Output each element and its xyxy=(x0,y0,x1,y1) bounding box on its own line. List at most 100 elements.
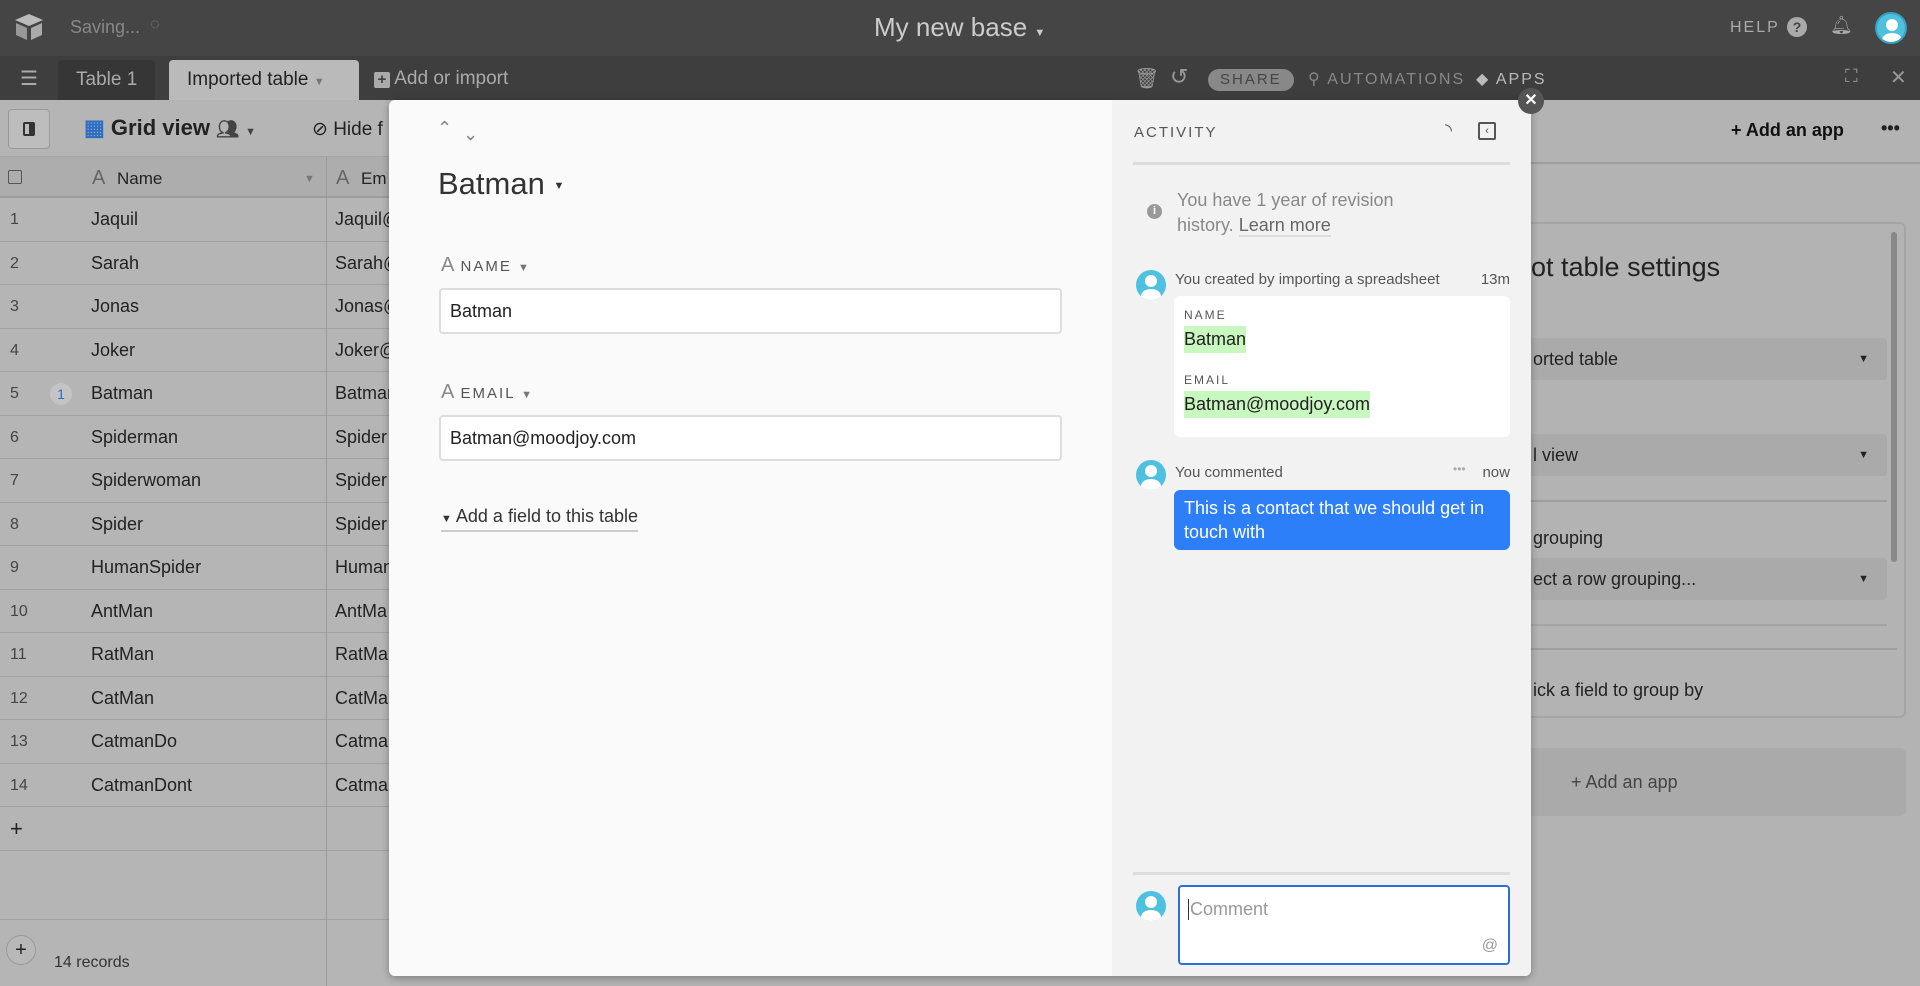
cell-email[interactable]: Batman xyxy=(335,372,397,415)
collapse-panel-icon[interactable]: ‹ xyxy=(1478,122,1496,140)
close-apps-icon[interactable]: ✕ xyxy=(1890,65,1907,90)
table-row[interactable]: 5 1 Batman Batman xyxy=(0,372,400,416)
add-app-button[interactable]: + Add an app xyxy=(1731,120,1844,141)
scrollbar[interactable] xyxy=(1891,232,1897,562)
cell-name[interactable]: Joker xyxy=(91,329,135,372)
cell-email[interactable]: CatMa xyxy=(335,677,388,720)
fullscreen-icon[interactable]: ⛶ xyxy=(1845,66,1858,87)
help-link[interactable]: HELP xyxy=(1730,19,1780,37)
close-modal-button[interactable]: ✕ xyxy=(1518,88,1544,114)
menu-icon[interactable]: ☰ xyxy=(20,66,38,91)
cell-name[interactable]: RatMan xyxy=(91,633,154,676)
sidebar-icon xyxy=(23,122,35,136)
tab-label: Imported table xyxy=(187,69,309,90)
automations-button[interactable]: ⚲ AUTOMATIONS xyxy=(1308,69,1465,89)
comment-count-badge[interactable]: 1 xyxy=(50,383,72,405)
cell-email[interactable]: Catma xyxy=(335,720,388,763)
table-tabs: ☰ Table 1 Imported table ▼ + Add or impo… xyxy=(0,56,1920,100)
history-icon[interactable]: ↺ xyxy=(1170,64,1188,90)
cell-name[interactable]: AntMan xyxy=(91,590,153,633)
eye-slash-icon: ⊘ xyxy=(312,119,328,140)
cell-name[interactable]: CatmanDont xyxy=(91,764,192,807)
add-field-button[interactable]: ▼ Add a field to this table xyxy=(441,506,639,532)
user-avatar[interactable] xyxy=(1875,12,1907,44)
learn-more-link[interactable]: Learn more xyxy=(1238,215,1331,237)
cell-email[interactable]: Spider xyxy=(335,503,387,546)
cell-name[interactable]: CatmanDo xyxy=(91,720,177,763)
cell-name[interactable]: Sarah xyxy=(91,242,139,285)
add-record-button[interactable]: + xyxy=(6,935,36,965)
view-switcher[interactable]: ▦ Grid view 👥︎ ▼ xyxy=(84,115,256,141)
column-header-email[interactable]: Em xyxy=(361,169,387,189)
created-record-card: NAME Batman EMAIL Batman@moodjoy.com xyxy=(1174,296,1510,437)
field-label-email[interactable]: A EMAIL ▼ xyxy=(441,381,534,404)
table-row[interactable]: 13 CatmanDo Catma xyxy=(0,720,400,764)
help-icon[interactable]: ? xyxy=(1787,17,1807,37)
cell-name[interactable]: CatMan xyxy=(91,677,154,720)
base-title[interactable]: My new base ▼ xyxy=(874,12,1045,43)
cell-name[interactable]: Batman xyxy=(91,372,153,415)
comment-bubble[interactable]: This is a contact that we should get in … xyxy=(1174,490,1510,550)
table-row[interactable]: 7 Spiderwoman Spider xyxy=(0,459,400,503)
more-icon[interactable]: ••• xyxy=(1881,118,1900,139)
view-select[interactable]: l view ▼ xyxy=(1503,434,1887,476)
hide-fields-button[interactable]: ⊘ Hide f xyxy=(312,118,383,141)
user-avatar xyxy=(1136,891,1166,921)
divider xyxy=(1531,162,1920,164)
rss-icon[interactable]: ◝ xyxy=(1445,120,1452,141)
cell-email[interactable]: Spider xyxy=(335,459,387,502)
cell-email[interactable]: Spider xyxy=(335,416,387,459)
cell-email[interactable]: AntMa xyxy=(335,590,387,633)
cell-name[interactable]: Spiderwoman xyxy=(91,459,201,502)
sidebar-toggle-button[interactable] xyxy=(8,109,50,149)
field-label: EMAIL xyxy=(1184,373,1231,387)
trash-icon[interactable]: 🗑︎ xyxy=(1134,66,1159,91)
add-row-button[interactable]: + xyxy=(0,807,400,851)
chevron-down-icon[interactable]: ▼ xyxy=(304,173,315,185)
add-app-card-button[interactable]: + Add an app xyxy=(1511,748,1906,816)
table-row[interactable]: 3 Jonas Jonas@ xyxy=(0,285,401,329)
cell-email[interactable]: Joker@ xyxy=(335,329,397,372)
mention-icon[interactable]: @ xyxy=(1482,937,1498,955)
cell-name[interactable]: Spiderman xyxy=(91,416,178,459)
more-icon[interactable]: ••• xyxy=(1453,462,1466,476)
column-header-name[interactable]: Name xyxy=(117,169,162,189)
automations-label: AUTOMATIONS xyxy=(1327,71,1466,88)
cell-name[interactable]: HumanSpider xyxy=(91,546,201,589)
cell-name[interactable]: Jonas xyxy=(91,285,139,328)
email-field[interactable]: Batman@moodjoy.com xyxy=(439,415,1062,461)
select-all-checkbox[interactable] xyxy=(8,170,22,184)
grid-header: A Name ▼ A Em xyxy=(0,157,400,198)
cell-email[interactable]: Human xyxy=(335,546,393,589)
table-row[interactable]: 11 RatMan RatMan xyxy=(0,633,400,677)
table-row[interactable]: 6 Spiderman Spider xyxy=(0,416,400,459)
field-label-name[interactable]: A NAME ▼ xyxy=(441,254,531,277)
table-row[interactable]: 9 HumanSpider Human xyxy=(0,546,400,590)
chevron-down-icon: ▼ xyxy=(521,389,535,401)
table-row[interactable]: 2 Sarah Sarah@ xyxy=(0,242,401,285)
divider xyxy=(1503,500,1887,502)
table-select[interactable]: orted table ▼ xyxy=(1503,338,1887,380)
name-field[interactable]: Batman xyxy=(439,288,1062,334)
cell-name[interactable]: Jaquil xyxy=(91,198,138,241)
logo-icon[interactable] xyxy=(14,13,44,41)
record-title[interactable]: Batman ▼ xyxy=(438,166,564,202)
cell-email[interactable]: Catma xyxy=(335,764,388,807)
tab-imported-table[interactable]: Imported table ▼ xyxy=(169,60,359,100)
next-record-icon[interactable]: ⌃ xyxy=(463,122,478,143)
comment-input[interactable]: Comment @ xyxy=(1178,885,1510,965)
table-row[interactable]: 12 CatMan CatMa xyxy=(0,677,400,720)
apps-button[interactable]: ◆ APPS xyxy=(1476,69,1547,89)
share-button[interactable]: SHARE xyxy=(1208,69,1294,91)
table-row[interactable]: 4 Joker Joker@ xyxy=(0,329,400,372)
grouping-select[interactable]: ect a row grouping... ▼ xyxy=(1503,558,1887,600)
table-row[interactable]: 8 Spider Spider xyxy=(0,503,400,546)
table-row[interactable]: 1 Jaquil Jaquil@ xyxy=(0,198,400,242)
table-row[interactable]: 14 CatmanDont Catma xyxy=(0,764,400,807)
cell-name[interactable]: Spider xyxy=(91,503,143,546)
table-row[interactable]: 10 AntMan AntMa xyxy=(0,590,400,633)
bell-icon[interactable]: 🔔︎ xyxy=(1830,15,1853,36)
previous-record-icon[interactable]: ⌃ xyxy=(437,118,452,139)
add-or-import-button[interactable]: + Add or import xyxy=(374,68,508,90)
tab-table-1[interactable]: Table 1 xyxy=(58,60,156,100)
